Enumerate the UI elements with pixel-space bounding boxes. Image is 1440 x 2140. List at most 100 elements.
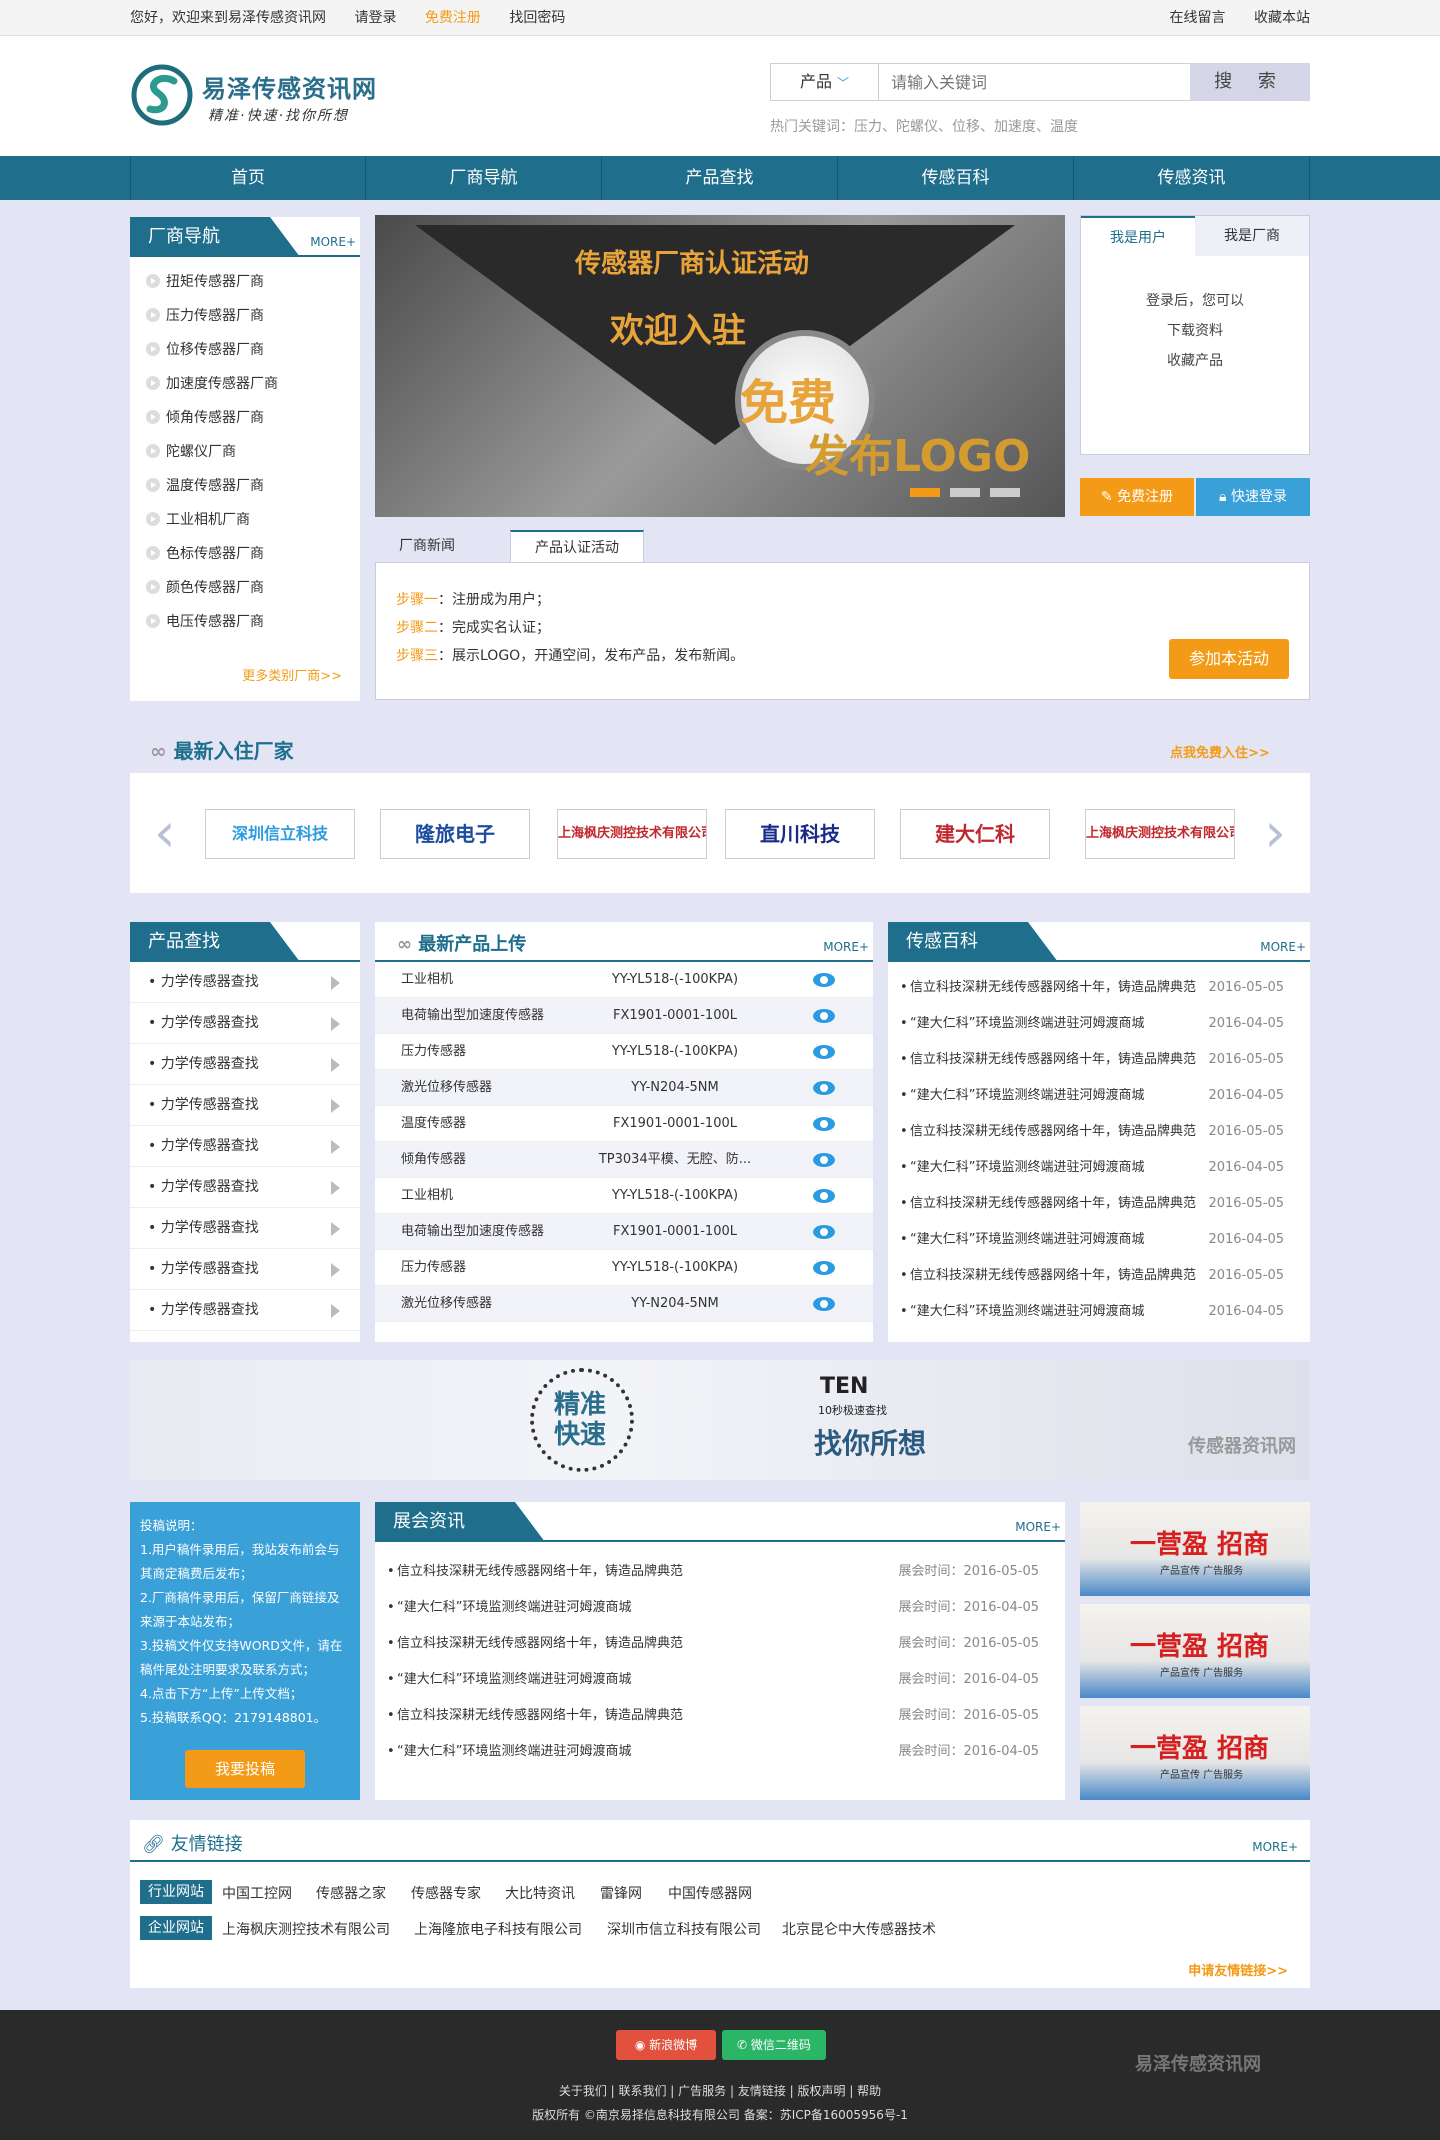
vendor-category-item[interactable]: 工业相机厂商 (130, 503, 360, 537)
vendor-logo[interactable]: 建大仁科 (900, 809, 1050, 859)
eye-icon[interactable] (813, 1225, 835, 1239)
friend-link[interactable]: 上海隆旅电子科技有限公司 (414, 1919, 582, 1939)
eye-icon[interactable] (813, 1009, 835, 1023)
chevron-right-icon[interactable]: › (1264, 803, 1286, 863)
vendor-logo[interactable]: 上海枫庆测控技术有限公司 (557, 809, 707, 859)
tab-user[interactable]: 我是用户 (1081, 216, 1195, 256)
exhibition-item[interactable]: 信立科技深耕无线传感器网络十年，铸造品牌典范 展会时间：2016-05-05 (375, 1698, 1065, 1734)
nav-item-news[interactable]: 传感资讯 (1074, 156, 1310, 200)
friend-link[interactable]: 中国工控网 (222, 1883, 292, 1903)
encyclopedia-item[interactable]: 信立科技深耕无线传感器网络十年，铸造品牌典范 2016-05-05 (888, 1042, 1310, 1078)
product-row[interactable]: 电荷输出型加速度传感器 FX1901-0001-100L (375, 1214, 873, 1250)
vendor-category-item[interactable]: 陀螺仪厂商 (130, 435, 360, 469)
encyclopedia-item[interactable]: 信立科技深耕无线传感器网络十年，铸造品牌典范 2016-05-05 (888, 1258, 1310, 1294)
weibo-button[interactable]: ◉ 新浪微博 (616, 2030, 716, 2060)
quick-login-button[interactable]: 🔒︎ 快速登录 (1196, 478, 1310, 516)
eye-icon[interactable] (813, 973, 835, 987)
vendor-logo[interactable]: 深圳信立科技 (205, 809, 355, 859)
encyclopedia-item[interactable]: “建大仁科”环境监测终端进驻河姆渡商城 2016-04-05 (888, 1006, 1310, 1042)
friend-link[interactable]: 传感器专家 (411, 1883, 481, 1903)
product-find-item[interactable]: • 力学传感器查找 (130, 1085, 360, 1126)
product-find-item[interactable]: • 力学传感器查找 (130, 962, 360, 1003)
vendor-category-item[interactable]: 扭矩传感器厂商 (130, 265, 360, 299)
product-row[interactable]: 工业相机 YY-YL518-(-100KPA) (375, 962, 873, 998)
nav-item-vendors[interactable]: 厂商导航 (366, 156, 602, 200)
eye-icon[interactable] (813, 1045, 835, 1059)
search-input[interactable] (881, 64, 1191, 100)
site-logo[interactable]: 易泽传感资讯网 精准·快速·找你所想 (130, 63, 390, 133)
eye-icon[interactable] (813, 1081, 835, 1095)
exhibition-item[interactable]: “建大仁科”环境监测终端进驻河姆渡商城 展会时间：2016-04-05 (375, 1590, 1065, 1626)
join-activity-button[interactable]: 参加本活动 (1169, 639, 1289, 679)
vendor-logo[interactable]: 隆旅电子 (380, 809, 530, 859)
ad-banner[interactable]: 一营盈 招商 产品宣传 广告服务 (1080, 1706, 1310, 1800)
tab-vendor-news[interactable]: 厂商新闻 (375, 530, 479, 562)
vendor-category-item[interactable]: 位移传感器厂商 (130, 333, 360, 367)
wechat-button[interactable]: ✆ 微信二维码 (722, 2030, 826, 2060)
encyclopedia-item[interactable]: “建大仁科”环境监测终端进驻河姆渡商城 2016-04-05 (888, 1294, 1310, 1330)
encyclopedia-item[interactable]: 信立科技深耕无线传感器网络十年，铸造品牌典范 2016-05-05 (888, 970, 1310, 1006)
encyclopedia-item[interactable]: 信立科技深耕无线传感器网络十年，铸造品牌典范 2016-05-05 (888, 1114, 1310, 1150)
vendor-category-item[interactable]: 电压传感器厂商 (130, 605, 360, 639)
exhibition-item[interactable]: 信立科技深耕无线传感器网络十年，铸造品牌典范 展会时间：2016-05-05 (375, 1554, 1065, 1590)
encyclopedia-item[interactable]: “建大仁科”环境监测终端进驻河姆渡商城 2016-04-05 (888, 1078, 1310, 1114)
nav-item-home[interactable]: 首页 (130, 156, 366, 200)
friend-link[interactable]: 大比特资讯 (505, 1883, 575, 1903)
exhibition-item[interactable]: 信立科技深耕无线传感器网络十年，铸造品牌典范 展会时间：2016-05-05 (375, 1626, 1065, 1662)
new-products-more[interactable]: MORE+ (823, 940, 869, 954)
login-link[interactable]: 请登录 (354, 10, 396, 26)
friend-link[interactable]: 北京昆仑中大传感器技术 (782, 1919, 936, 1939)
product-find-item[interactable]: • 力学传感器查找 (130, 1126, 360, 1167)
ad-banner[interactable]: 一营盈 招商 产品宣传 广告服务 (1080, 1502, 1310, 1596)
hero-banner[interactable]: 传感器厂商认证活动 欢迎入驻 免费 发布LOGO (375, 215, 1065, 517)
friend-link[interactable]: 中国传感器网 (668, 1883, 752, 1903)
friend-links-more[interactable]: MORE+ (1252, 1840, 1298, 1854)
exhibition-item[interactable]: “建大仁科”环境监测终端进驻河姆渡商城 展会时间：2016-04-05 (375, 1662, 1065, 1698)
online-message-link[interactable]: 在线留言 (1170, 10, 1226, 26)
vendor-logo[interactable]: 直川科技 (725, 809, 875, 859)
eye-icon[interactable] (813, 1261, 835, 1275)
product-row[interactable]: 倾角传感器 TP3034平模、无腔、防... (375, 1142, 873, 1178)
encyclopedia-item[interactable]: “建大仁科”环境监测终端进驻河姆渡商城 2016-04-05 (888, 1150, 1310, 1186)
product-row[interactable]: 温度传感器 FX1901-0001-100L (375, 1106, 873, 1142)
recover-password-link[interactable]: 找回密码 (509, 10, 565, 26)
product-row[interactable]: 激光位移传感器 YY-N204-5NM (375, 1286, 873, 1322)
vendor-category-item[interactable]: 倾角传感器厂商 (130, 401, 360, 435)
carousel-dot[interactable] (990, 488, 1020, 497)
product-find-item[interactable]: • 力学传感器查找 (130, 1208, 360, 1249)
chevron-left-icon[interactable]: ‹ (154, 803, 176, 863)
vendor-logo[interactable]: 上海枫庆测控技术有限公司 (1085, 809, 1235, 859)
product-row[interactable]: 工业相机 YY-YL518-(-100KPA) (375, 1178, 873, 1214)
nav-item-encyclopedia[interactable]: 传感百科 (838, 156, 1074, 200)
bookmark-link[interactable]: 收藏本站 (1254, 10, 1310, 26)
carousel-dot[interactable] (910, 488, 940, 497)
friend-link[interactable]: 传感器之家 (316, 1883, 386, 1903)
submit-article-button[interactable]: 我要投稿 (185, 1750, 305, 1788)
footer-links[interactable]: 关于我们 | 联系我们 | 广告服务 | 友情链接 | 版权声明 | 帮助 (0, 2082, 1440, 2099)
vendor-category-item[interactable]: 颜色传感器厂商 (130, 571, 360, 605)
friend-link[interactable]: 雷锋网 (600, 1883, 642, 1903)
product-find-item[interactable]: • 力学传感器查找 (130, 1290, 360, 1331)
free-join-link[interactable]: 点我免费入住>> (1170, 742, 1270, 761)
more-vendor-categories-link[interactable]: 更多类别厂商>> (242, 665, 342, 684)
product-find-item[interactable]: • 力学传感器查找 (130, 1044, 360, 1085)
encyclopedia-more[interactable]: MORE+ (1260, 940, 1306, 954)
vendor-category-item[interactable]: 加速度传感器厂商 (130, 367, 360, 401)
product-find-item[interactable]: • 力学传感器查找 (130, 1249, 360, 1290)
exhibition-more[interactable]: MORE+ (1015, 1520, 1061, 1534)
eye-icon[interactable] (813, 1189, 835, 1203)
promo-banner[interactable]: 精准快速 TEN 10秒极速查找 找你所想 传感器资讯网 (130, 1360, 1310, 1480)
product-row[interactable]: 压力传感器 YY-YL518-(-100KPA) (375, 1034, 873, 1070)
eye-icon[interactable] (813, 1153, 835, 1167)
product-row[interactable]: 电荷输出型加速度传感器 FX1901-0001-100L (375, 998, 873, 1034)
eye-icon[interactable] (813, 1117, 835, 1131)
encyclopedia-item[interactable]: 信立科技深耕无线传感器网络十年，铸造品牌典范 2016-05-05 (888, 1186, 1310, 1222)
vendor-category-item[interactable]: 色标传感器厂商 (130, 537, 360, 571)
tab-vendor[interactable]: 我是厂商 (1195, 216, 1309, 256)
tab-product-cert[interactable]: 产品认证活动 (510, 530, 644, 562)
eye-icon[interactable] (813, 1297, 835, 1311)
product-find-item[interactable]: • 力学传感器查找 (130, 1167, 360, 1208)
register-link[interactable]: 免费注册 (425, 10, 481, 26)
search-button[interactable]: 搜 索 (1190, 63, 1310, 101)
register-button[interactable]: ✎ 免费注册 (1080, 478, 1194, 516)
